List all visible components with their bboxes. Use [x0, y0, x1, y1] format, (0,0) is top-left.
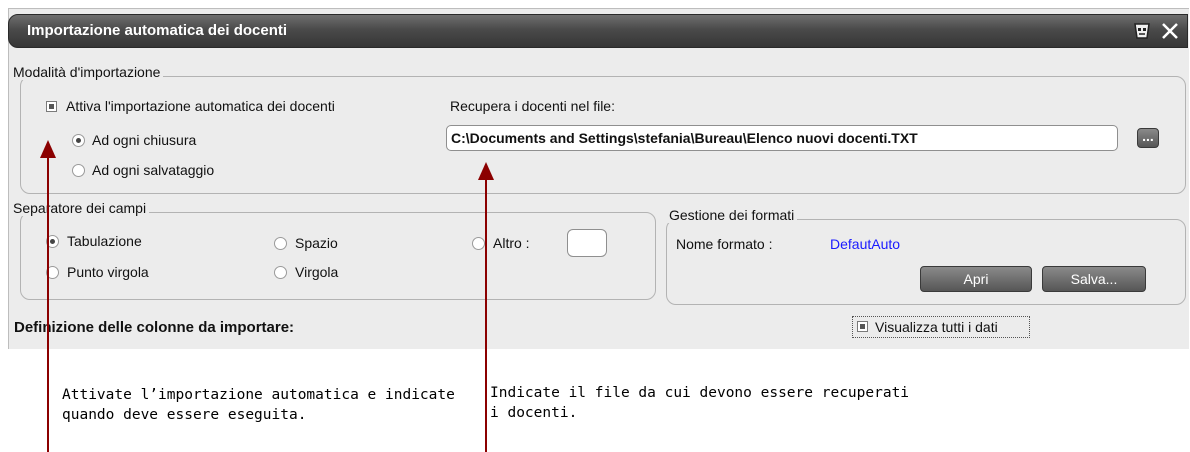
radio-comma[interactable]: [274, 266, 287, 279]
browse-button[interactable]: ...: [1137, 128, 1159, 148]
radio-on-close[interactable]: [72, 134, 85, 147]
import-mode-legend: Modalità d'importazione: [10, 64, 164, 80]
radio-on-save[interactable]: [72, 164, 85, 177]
radio-other[interactable]: [472, 237, 485, 250]
radio-comma-label[interactable]: Virgola: [295, 264, 338, 280]
save-format-button-label: Salva...: [1070, 271, 1118, 287]
open-button[interactable]: Apri: [920, 266, 1032, 292]
annotation-right-line-2: i docenti.: [490, 405, 578, 421]
save-format-button[interactable]: Salva...: [1042, 266, 1146, 292]
annotation-left: Attivate l’importazione automatica e ind…: [62, 385, 455, 425]
annotation-left-line-2: quando deve essere eseguita.: [62, 407, 307, 423]
annotation-right-line-1: Indicate il file da cui devono essere re…: [490, 385, 910, 401]
annotation-line-left: [47, 156, 49, 452]
format-management-legend: Gestione dei formati: [666, 207, 798, 223]
help-icon[interactable]: [1131, 20, 1153, 42]
radio-tab-label[interactable]: Tabulazione: [67, 233, 142, 249]
file-label: Recupera i docenti nel file:: [450, 98, 615, 114]
radio-semicolon-label[interactable]: Punto virgola: [67, 264, 149, 280]
field-separator-group: [20, 212, 656, 300]
open-button-label: Apri: [963, 271, 989, 287]
enable-import-checkbox[interactable]: [46, 101, 57, 112]
other-separator-input[interactable]: [567, 229, 607, 257]
format-name-label: Nome formato :: [676, 236, 773, 252]
annotation-line-right: [485, 178, 487, 452]
format-name-value: DefautAuto: [830, 236, 901, 252]
radio-other-label[interactable]: Altro :: [493, 235, 530, 251]
format-management-group: [666, 219, 1186, 305]
file-path-input[interactable]: C:\Documents and Settings\stefania\Burea…: [446, 125, 1118, 151]
arrow-up-left-icon: [40, 140, 56, 158]
radio-space[interactable]: [274, 237, 287, 250]
columns-heading: Definizione delle colonne da importare:: [14, 319, 295, 336]
file-path-value: C:\Documents and Settings\stefania\Burea…: [451, 130, 918, 146]
show-all-data-toggle[interactable]: Visualizza tutti i dati: [852, 316, 1030, 338]
radio-on-save-label[interactable]: Ad ogni salvataggio: [92, 162, 214, 178]
title-bar[interactable]: Importazione automatica dei docenti: [8, 14, 1188, 48]
annotation-left-line-1: Attivate l’importazione automatica e ind…: [62, 387, 455, 403]
arrow-up-right-icon: [478, 162, 494, 180]
show-all-data-checkbox[interactable]: [857, 321, 868, 332]
window-title: Importazione automatica dei docenti: [27, 22, 288, 39]
radio-on-close-label[interactable]: Ad ogni chiusura: [92, 132, 196, 148]
radio-space-label[interactable]: Spazio: [295, 235, 338, 251]
enable-import-label[interactable]: Attiva l'importazione automatica dei doc…: [66, 98, 335, 114]
show-all-data-label[interactable]: Visualizza tutti i dati: [875, 319, 998, 335]
close-icon[interactable]: [1159, 20, 1181, 42]
browse-label: ...: [1142, 128, 1154, 144]
annotation-right: Indicate il file da cui devono essere re…: [490, 383, 909, 423]
field-separator-legend: Separatore dei campi: [10, 200, 150, 216]
